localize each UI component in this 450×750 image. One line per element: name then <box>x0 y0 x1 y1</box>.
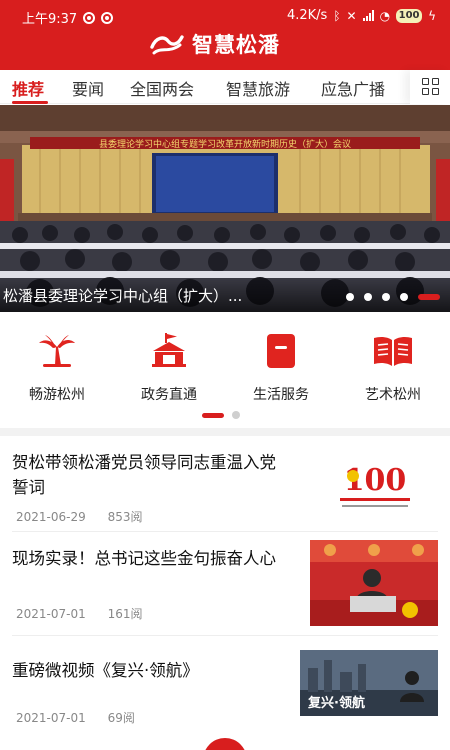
news-title[interactable]: 重磅微视频《复兴·领航》 <box>12 658 292 683</box>
tab-smart-tourism[interactable]: 智慧旅游 <box>226 76 290 100</box>
app-logo: 智慧松潘 <box>150 32 280 57</box>
carousel-dots <box>346 293 440 301</box>
palm-tree-icon <box>39 335 75 367</box>
carousel-dot[interactable] <box>364 293 372 301</box>
tab-news[interactable]: 要闻 <box>72 76 104 100</box>
service-label: 政务直通 <box>141 387 197 403</box>
news-meta: 2021-07-01 161阅 <box>16 605 160 622</box>
news-reads: 161阅 <box>107 607 143 621</box>
service-page-indicator <box>202 411 240 419</box>
thumb-caption: 复兴·领航 <box>307 695 365 711</box>
logo-mark-icon <box>150 35 184 55</box>
wifi-icon: ◔ <box>379 8 391 23</box>
service-government[interactable]: 政务直通 <box>124 330 214 404</box>
news-thumbnail[interactable]: 100 <box>312 448 438 528</box>
service-tour-songzhou[interactable]: 畅游松州 <box>12 330 102 404</box>
category-tabs: 推荐 要闻 全国两会 智慧旅游 应急广播 <box>0 70 450 104</box>
speech-photo <box>310 540 438 626</box>
service-label: 生活服务 <box>253 387 309 403</box>
news-reads: 853阅 <box>107 510 143 524</box>
bluetooth-icon: ᛒ <box>333 8 341 23</box>
notification-icon-2 <box>101 11 114 24</box>
news-date: 2021-06-29 <box>16 510 86 524</box>
network-speed: 4.2K/s <box>286 8 328 23</box>
news-date: 2021-07-01 <box>16 607 86 621</box>
news-title[interactable]: 现场实录！总书记这些金句振奋人心 <box>12 546 292 571</box>
news-title[interactable]: 贺松带领松潘党员领导同志重温入党誓词 <box>12 450 292 500</box>
status-time: 上午9:37 <box>22 12 78 27</box>
carousel-dot[interactable] <box>400 293 408 301</box>
news-meta: 2021-07-01 69阅 <box>16 709 153 726</box>
app-header: 上午9:37 4.2K/s ᛒ ✕ ◔ 100 ϟ 智慧松潘 <box>0 0 450 70</box>
battery-icon: 100 <box>396 8 423 23</box>
active-tab-indicator <box>12 101 48 104</box>
app-title: 智慧松潘 <box>192 33 280 57</box>
signal-icon <box>362 10 374 21</box>
carousel-dot[interactable] <box>382 293 390 301</box>
headline-carousel[interactable]: 县委理论学习中心组专题学习改革开放新时期历史（扩大）会议 松潘县委理论学习中心组… <box>0 105 450 312</box>
news-item[interactable]: 重磅微视频《复兴·领航》 2021-07-01 69阅 复兴·领航 <box>0 636 450 746</box>
service-art-songzhou[interactable]: 艺术松州 <box>348 330 438 404</box>
service-shortcuts: 畅游松州 政务直通 生活服务 艺术松州 <box>0 312 450 420</box>
notification-icon <box>83 11 96 24</box>
service-label: 艺术松州 <box>365 387 421 403</box>
tab-two-sessions[interactable]: 全国两会 <box>130 76 194 100</box>
centenary-logo: 100 <box>340 463 410 507</box>
government-building-icon <box>152 333 186 367</box>
news-item[interactable]: 贺松带领松潘党员领导同志重温入党誓词 2021-06-29 853阅 100 <box>0 436 450 532</box>
channel-grid-button[interactable] <box>410 70 450 104</box>
video-cover: 复兴·领航 <box>300 650 438 716</box>
status-bar: 上午9:37 4.2K/s ᛒ ✕ ◔ 100 ϟ <box>0 0 450 30</box>
carousel-dot[interactable] <box>346 293 354 301</box>
bookmark-icon <box>267 334 295 368</box>
news-thumbnail[interactable] <box>310 540 438 626</box>
page-dot <box>232 411 240 419</box>
service-label: 畅游松州 <box>29 387 85 403</box>
news-reads: 69阅 <box>107 711 135 725</box>
news-date: 2021-07-01 <box>16 711 86 725</box>
service-life[interactable]: 生活服务 <box>236 330 326 404</box>
news-thumbnail[interactable]: 复兴·领航 <box>300 650 438 716</box>
mute-icon: ✕ <box>346 8 357 23</box>
news-meta: 2021-06-29 853阅 <box>16 508 160 525</box>
app-screen: 上午9:37 4.2K/s ᛒ ✕ ◔ 100 ϟ 智慧松潘 推荐 要闻 全国两… <box>0 0 450 750</box>
banner-caption[interactable]: 松潘县委理论学习中心组（扩大）... <box>3 285 242 306</box>
section-separator <box>0 428 450 436</box>
tab-recommend[interactable]: 推荐 <box>12 76 44 100</box>
page-dot-active <box>202 412 224 418</box>
carousel-dot-active[interactable] <box>418 294 440 300</box>
open-book-icon <box>374 336 412 366</box>
banner-slogan: 县委理论学习中心组专题学习改革开放新时期历史（扩大）会议 <box>99 138 351 150</box>
tab-emergency-broadcast[interactable]: 应急广播 <box>321 76 385 100</box>
news-item[interactable]: 现场实录！总书记这些金句振奋人心 2021-07-01 161阅 <box>0 532 450 636</box>
charging-icon: ϟ <box>428 8 436 23</box>
